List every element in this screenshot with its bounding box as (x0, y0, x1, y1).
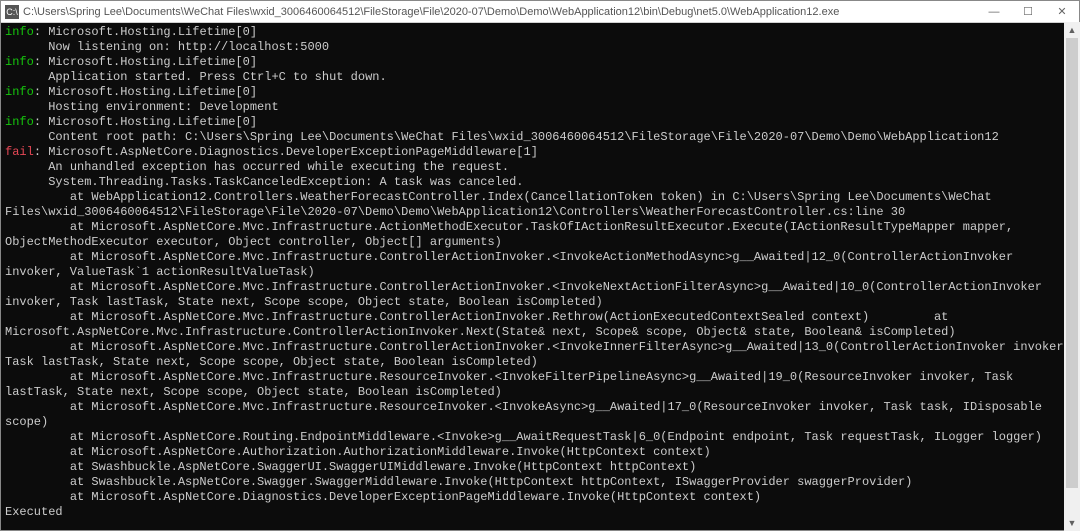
log-line: at Microsoft.AspNetCore.Mvc.Infrastructu… (5, 250, 1075, 280)
log-line: at Microsoft.AspNetCore.Authorization.Au… (5, 445, 1075, 460)
log-line: fail: Microsoft.AspNetCore.Diagnostics.D… (5, 145, 1075, 160)
log-line: info: Microsoft.Hosting.Lifetime[0] (5, 85, 1075, 100)
window-controls: — ☐ ✕ (977, 1, 1079, 22)
window-title: C:\Users\Spring Lee\Documents\WeChat Fil… (23, 6, 977, 18)
log-level-info: info (5, 85, 34, 99)
log-line: at Microsoft.AspNetCore.Mvc.Infrastructu… (5, 310, 1075, 340)
log-line: info: Microsoft.Hosting.Lifetime[0] (5, 55, 1075, 70)
minimize-button[interactable]: — (977, 1, 1011, 22)
titlebar[interactable]: C:\ C:\Users\Spring Lee\Documents\WeChat… (1, 1, 1079, 23)
log-line: at Swashbuckle.AspNetCore.SwaggerUI.Swag… (5, 460, 1075, 475)
log-line: at Microsoft.AspNetCore.Mvc.Infrastructu… (5, 280, 1075, 310)
log-level-info: info (5, 25, 34, 39)
log-line: at Microsoft.AspNetCore.Mvc.Infrastructu… (5, 220, 1075, 250)
log-line: at Microsoft.AspNetCore.Diagnostics.Deve… (5, 490, 1075, 505)
log-line: at Swashbuckle.AspNetCore.Swagger.Swagge… (5, 475, 1075, 490)
log-line: info: Microsoft.Hosting.Lifetime[0] (5, 115, 1075, 130)
log-line: Executed (5, 505, 1075, 520)
log-line: System.Threading.Tasks.TaskCanceledExcep… (5, 175, 1075, 190)
log-line: at Microsoft.AspNetCore.Mvc.Infrastructu… (5, 370, 1075, 400)
log-line: at WebApplication12.Controllers.WeatherF… (5, 190, 1075, 220)
scroll-down-arrow[interactable]: ▼ (1064, 515, 1080, 531)
console-output[interactable]: info: Microsoft.Hosting.Lifetime[0] Now … (1, 23, 1079, 530)
console-window: C:\ C:\Users\Spring Lee\Documents\WeChat… (0, 0, 1080, 531)
log-line: Hosting environment: Development (5, 100, 1075, 115)
vertical-scrollbar[interactable]: ▲ ▼ (1064, 22, 1080, 531)
log-line: Now listening on: http://localhost:5000 (5, 40, 1075, 55)
log-line: Application started. Press Ctrl+C to shu… (5, 70, 1075, 85)
log-line: info: Microsoft.Hosting.Lifetime[0] (5, 25, 1075, 40)
scroll-thumb[interactable] (1066, 38, 1078, 488)
log-line: at Microsoft.AspNetCore.Routing.Endpoint… (5, 430, 1075, 445)
log-level-fail: fail (5, 145, 34, 159)
close-button[interactable]: ✕ (1045, 1, 1079, 22)
log-line: An unhandled exception has occurred whil… (5, 160, 1075, 175)
log-line: at Microsoft.AspNetCore.Mvc.Infrastructu… (5, 340, 1075, 370)
log-level-info: info (5, 55, 34, 69)
app-icon: C:\ (5, 5, 19, 19)
scroll-up-arrow[interactable]: ▲ (1064, 22, 1080, 38)
log-level-info: info (5, 115, 34, 129)
log-line: at Microsoft.AspNetCore.Mvc.Infrastructu… (5, 400, 1075, 430)
maximize-button[interactable]: ☐ (1011, 1, 1045, 22)
log-line: Content root path: C:\Users\Spring Lee\D… (5, 130, 1075, 145)
